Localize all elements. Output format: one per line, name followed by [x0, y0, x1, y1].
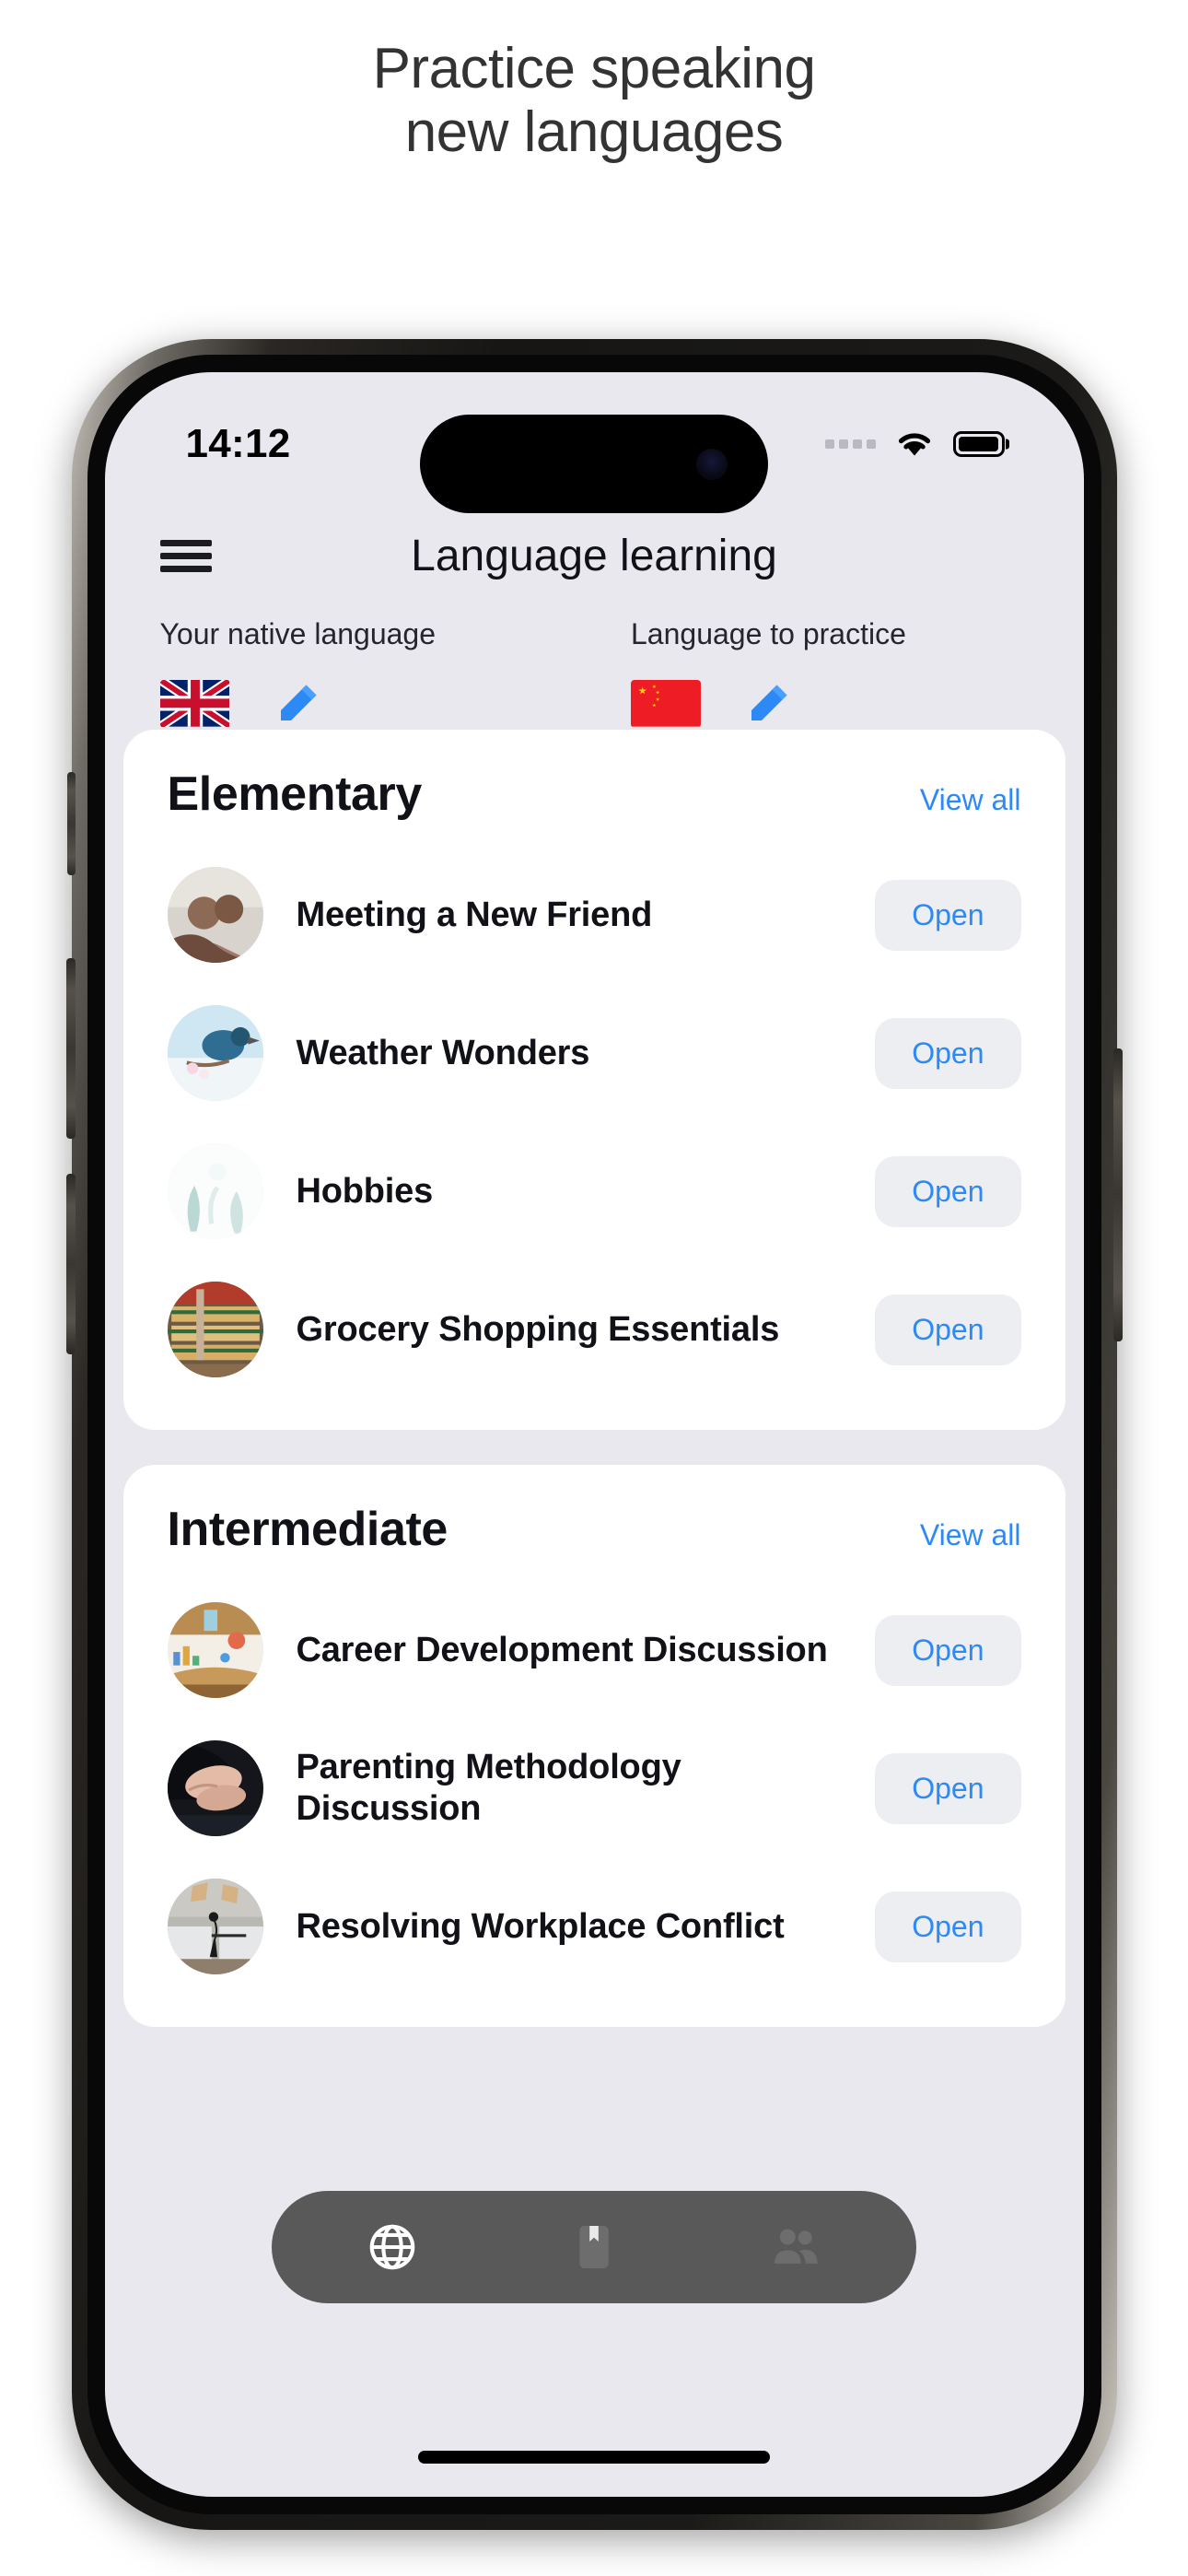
practice-language-label: Language to practice — [631, 617, 906, 650]
lesson-title: Career Development Discussion — [296, 1630, 828, 1669]
edit-native-language-pencil-icon[interactable] — [273, 679, 322, 729]
native-language-selector: Your native language — [159, 617, 595, 729]
language-selector-row: Your native language Language to practic… — [105, 597, 1084, 729]
lesson-title: Weather Wonders — [296, 1033, 590, 1072]
lesson-thumbnail-leaves-illustration — [167, 1143, 263, 1239]
tab-globe[interactable] — [351, 2206, 434, 2289]
open-button[interactable]: Open — [875, 1752, 1021, 1824]
lesson-title: Parenting Methodology Discussion — [296, 1748, 681, 1828]
section-title: Intermediate — [167, 1503, 448, 1556]
open-button[interactable]: Open — [875, 1891, 1021, 1962]
lesson-thumbnail-office-photo — [167, 1879, 263, 1974]
home-indicator[interactable] — [418, 2451, 770, 2464]
lesson-title: Meeting a New Friend — [296, 895, 653, 934]
open-button[interactable]: Open — [875, 1294, 1021, 1365]
view-all-link[interactable]: View all — [920, 783, 1021, 817]
open-button[interactable]: Open — [875, 1017, 1021, 1089]
phone-mockup: 14:12 Language learning Your native lang… — [52, 339, 1136, 2550]
phone-frame: 14:12 Language learning Your native lang… — [65, 339, 1123, 2530]
section-card-intermediate: Intermediate View all Career Development… — [122, 1465, 1066, 2027]
status-bar: 14:12 — [105, 372, 1084, 513]
edit-practice-language-pencil-icon[interactable] — [743, 679, 793, 729]
lesson-title: Grocery Shopping Essentials — [296, 1309, 780, 1349]
volume-down-button[interactable] — [65, 1174, 76, 1354]
section-header: Elementary View all — [168, 767, 1021, 822]
promo-heading: Practice speaking new languages — [0, 0, 1188, 165]
power-button[interactable] — [1112, 1048, 1123, 1341]
lesson-thumbnail-bird-photo — [167, 1005, 263, 1101]
open-button[interactable]: Open — [875, 879, 1021, 951]
practice-language-controls — [631, 679, 1029, 729]
united-kingdom-flag-icon[interactable] — [159, 680, 230, 728]
lesson-thumbnail-career-illustration — [167, 1602, 263, 1698]
open-button[interactable]: Open — [875, 1155, 1021, 1227]
dynamic-island — [420, 415, 768, 513]
practice-language-selector: Language to practice — [594, 617, 1029, 729]
list-item[interactable]: Resolving Workplace Conflict Open — [167, 1857, 1021, 1996]
lesson-title: Hobbies — [296, 1171, 434, 1211]
lesson-thumbnail-grocery-photo — [167, 1282, 263, 1377]
signal-dots-icon — [824, 439, 876, 449]
phone-bezel: 14:12 Language learning Your native lang… — [87, 355, 1101, 2514]
bottom-tab-bar — [272, 2191, 916, 2303]
phone-screen: 14:12 Language learning Your native lang… — [104, 372, 1084, 2497]
view-all-link[interactable]: View all — [920, 1518, 1021, 1552]
app-navigation-bar: Language learning — [105, 499, 1084, 597]
lesson-title: Resolving Workplace Conflict — [296, 1906, 785, 1946]
native-language-controls — [159, 679, 595, 729]
lesson-thumbnail-hands-photo — [167, 1740, 263, 1836]
tab-people[interactable] — [754, 2206, 837, 2289]
promo-heading-line-2: new languages — [404, 100, 784, 165]
promo-heading-line-1: Practice speaking — [372, 37, 816, 100]
page-title: Language learning — [411, 531, 777, 580]
china-flag-icon[interactable] — [631, 680, 701, 728]
hamburger-menu-icon[interactable] — [159, 533, 212, 579]
volume-up-button[interactable] — [65, 958, 76, 1139]
status-bar-indicators — [824, 429, 1005, 459]
list-item[interactable]: Career Development Discussion Open — [167, 1581, 1021, 1719]
list-item[interactable]: Parenting Methodology Discussion Open — [167, 1719, 1021, 1857]
battery-icon — [952, 431, 1005, 457]
mute-switch-button[interactable] — [66, 772, 76, 875]
wifi-icon — [894, 429, 935, 459]
section-header: Intermediate View all — [168, 1502, 1021, 1557]
list-item[interactable]: Grocery Shopping Essentials Open — [167, 1260, 1021, 1399]
lesson-thumbnail-people-photo — [167, 867, 263, 963]
list-item[interactable]: Meeting a New Friend Open — [167, 846, 1021, 984]
open-button[interactable]: Open — [875, 1614, 1021, 1686]
native-language-label: Your native language — [159, 617, 437, 650]
section-title: Elementary — [167, 767, 423, 821]
list-item[interactable]: Hobbies Open — [167, 1122, 1021, 1260]
section-card-elementary: Elementary View all Meeting a New Friend… — [122, 730, 1066, 1430]
list-item[interactable]: Weather Wonders Open — [167, 984, 1021, 1122]
status-bar-clock: 14:12 — [185, 421, 291, 466]
tab-bookmark[interactable] — [553, 2206, 635, 2289]
